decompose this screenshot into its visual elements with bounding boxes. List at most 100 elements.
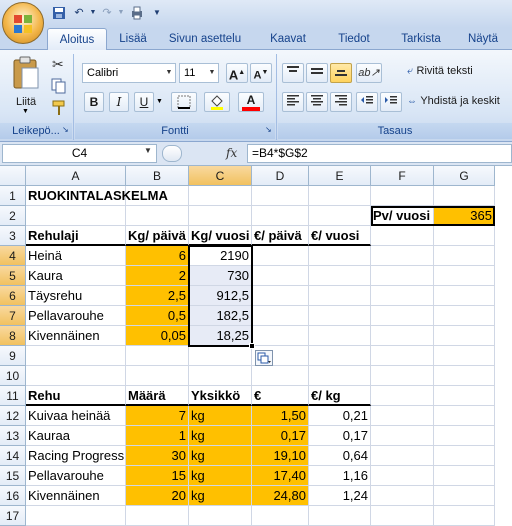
cell-g8[interactable] xyxy=(434,326,495,346)
cell-g12[interactable] xyxy=(434,406,495,426)
cell-f14[interactable] xyxy=(371,446,434,466)
cell-d17[interactable] xyxy=(252,506,309,526)
cell-g16[interactable] xyxy=(434,486,495,506)
merge-center-button[interactable]: ⇔ Yhdistä ja keskit xyxy=(407,92,512,112)
row-header-5[interactable]: 5 xyxy=(0,266,26,286)
wrap-text-button[interactable]: ⤶ Rivitä teksti xyxy=(407,62,512,82)
cell-b16[interactable]: 20 xyxy=(126,486,189,506)
cut-icon[interactable]: ✂ xyxy=(52,56,64,73)
cell-g13[interactable] xyxy=(434,426,495,446)
align-top-button[interactable] xyxy=(282,63,304,83)
clipboard-dialog-launcher-icon[interactable]: ↘ xyxy=(62,125,69,134)
formula-input[interactable]: =B4*$G$2 xyxy=(247,144,512,163)
font-size-combo[interactable]: 11 ▼ xyxy=(179,63,219,83)
cell-d12[interactable]: 1,50 xyxy=(252,406,309,426)
tab-aloitus[interactable]: Aloitus xyxy=(47,28,107,50)
cell-d1[interactable] xyxy=(252,186,309,206)
cell-e12[interactable]: 0,21 xyxy=(309,406,371,426)
row-header-2[interactable]: 2 xyxy=(0,206,26,226)
cell-f3[interactable] xyxy=(371,226,434,246)
cell-e4[interactable] xyxy=(309,246,371,266)
cell-g4[interactable] xyxy=(434,246,495,266)
cell-f4[interactable] xyxy=(371,246,434,266)
tab-nayta[interactable]: Näytä xyxy=(463,28,503,50)
cell-g17[interactable] xyxy=(434,506,495,526)
cell-e3[interactable]: €/ vuosi xyxy=(309,226,371,246)
cell-g6[interactable] xyxy=(434,286,495,306)
cell-b10[interactable] xyxy=(126,366,189,386)
borders-button[interactable] xyxy=(171,92,197,112)
shrink-font-button[interactable]: A▼ xyxy=(250,63,272,83)
underline-dropdown-icon[interactable]: ▼ xyxy=(156,98,163,105)
cell-e5[interactable] xyxy=(309,266,371,286)
cell-f16[interactable] xyxy=(371,486,434,506)
cell-e8[interactable] xyxy=(309,326,371,346)
cell-f8[interactable] xyxy=(371,326,434,346)
row-header-14[interactable]: 14 xyxy=(0,446,26,466)
tab-tiedot[interactable]: Tiedot xyxy=(330,28,378,50)
cell-b14[interactable]: 30 xyxy=(126,446,189,466)
cell-c9[interactable] xyxy=(189,346,252,366)
row-header-10[interactable]: 10 xyxy=(0,366,26,386)
cell-b7[interactable]: 0,5 xyxy=(126,306,189,326)
cell-b3[interactable]: Kg/ päivä xyxy=(126,226,189,246)
cell-g15[interactable] xyxy=(434,466,495,486)
paste-options-icon[interactable] xyxy=(255,350,273,366)
cell-c1[interactable] xyxy=(189,186,252,206)
cell-e9[interactable] xyxy=(309,346,371,366)
cell-b12[interactable]: 7 xyxy=(126,406,189,426)
cell-a2[interactable] xyxy=(26,206,126,226)
cell-d5[interactable] xyxy=(252,266,309,286)
cell-e1[interactable] xyxy=(309,186,371,206)
cell-a6[interactable]: Täysrehu xyxy=(26,286,126,306)
cell-e15[interactable]: 1,16 xyxy=(309,466,371,486)
cell-f5[interactable] xyxy=(371,266,434,286)
row-header-15[interactable]: 15 xyxy=(0,466,26,486)
align-left-button[interactable] xyxy=(282,92,304,112)
font-color-button[interactable]: A xyxy=(238,92,264,112)
cell-c16[interactable]: kg xyxy=(189,486,252,506)
tab-lisaa[interactable]: Lisää xyxy=(113,28,153,50)
row-header-11[interactable]: 11 xyxy=(0,386,26,406)
cell-f13[interactable] xyxy=(371,426,434,446)
font-dialog-launcher-icon[interactable]: ↘ xyxy=(265,125,272,134)
column-header-g[interactable]: G xyxy=(434,166,495,186)
column-header-a[interactable]: A xyxy=(26,166,126,186)
office-button[interactable] xyxy=(2,2,44,44)
paste-icon[interactable] xyxy=(10,56,42,92)
cell-e6[interactable] xyxy=(309,286,371,306)
fill-color-button[interactable] xyxy=(204,92,230,112)
save-icon[interactable] xyxy=(52,6,66,20)
cell-f9[interactable] xyxy=(371,346,434,366)
cell-a4[interactable]: Heinä xyxy=(26,246,126,266)
cell-f1[interactable] xyxy=(371,186,434,206)
row-header-13[interactable]: 13 xyxy=(0,426,26,446)
name-box-dropdown-icon[interactable]: ▼ xyxy=(144,146,152,155)
column-header-f[interactable]: F xyxy=(371,166,434,186)
align-right-button[interactable] xyxy=(330,92,352,112)
cell-d4[interactable] xyxy=(252,246,309,266)
cell-c11[interactable]: Yksikkö xyxy=(189,386,252,406)
cell-f12[interactable] xyxy=(371,406,434,426)
cell-a3[interactable]: Rehulaji xyxy=(26,226,126,246)
cell-c12[interactable]: kg xyxy=(189,406,252,426)
column-header-e[interactable]: E xyxy=(309,166,371,186)
bold-button[interactable]: B xyxy=(84,92,104,112)
cell-b8[interactable]: 0,05 xyxy=(126,326,189,346)
cell-b4[interactable]: 6 xyxy=(126,246,189,266)
print-icon[interactable] xyxy=(130,6,144,20)
row-header-8[interactable]: 8 xyxy=(0,326,26,346)
cell-c17[interactable] xyxy=(189,506,252,526)
cell-e13[interactable]: 0,17 xyxy=(309,426,371,446)
row-header-7[interactable]: 7 xyxy=(0,306,26,326)
column-header-c[interactable]: C xyxy=(189,166,252,186)
fill-handle[interactable] xyxy=(249,343,255,349)
row-header-12[interactable]: 12 xyxy=(0,406,26,426)
cell-a16[interactable]: Kivennäinen xyxy=(26,486,126,506)
cell-d11[interactable]: € xyxy=(252,386,309,406)
cell-e14[interactable]: 0,64 xyxy=(309,446,371,466)
column-header-b[interactable]: B xyxy=(126,166,189,186)
cell-b15[interactable]: 15 xyxy=(126,466,189,486)
cell-a8[interactable]: Kivennäinen xyxy=(26,326,126,346)
cell-g1[interactable] xyxy=(434,186,495,206)
